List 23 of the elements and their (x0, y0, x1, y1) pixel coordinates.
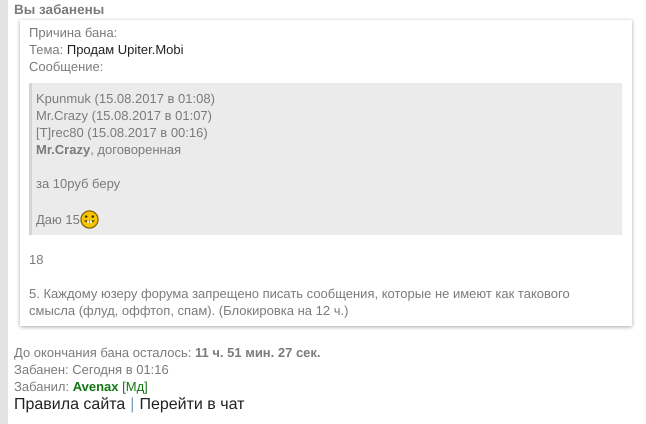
reason-label: Причина бана: (29, 24, 118, 41)
banned-by-label: Забанил: (14, 379, 70, 394)
quote-text: [T]rec80 (15.08.2017 в 00:16) (36, 124, 208, 141)
message-label: Сообщение: (29, 58, 104, 75)
moderator-link[interactable]: Avenax (72, 379, 119, 394)
separator: | (130, 396, 134, 413)
smiley-icon (80, 210, 99, 229)
quote-text: Mr.Crazy (15.08.2017 в 01:07) (36, 107, 212, 124)
banned-at-text: Забанен: Сегодня в 01:16 (14, 361, 170, 378)
message-text: 18 (29, 251, 44, 268)
remaining-time: 11 ч. 51 мин. 27 сек. (195, 345, 321, 360)
topic-title: Продам Upiter.Mobi (66, 42, 184, 57)
topic-label: Тема: (29, 42, 64, 57)
nav-link[interactable]: Перейти в чат (139, 396, 244, 413)
quote-text: Даю 15 (36, 210, 80, 228)
remaining-label: До окончания бана осталось: (14, 345, 192, 360)
quote-text: Mr.Crazy, договоренная (36, 141, 182, 158)
ban-title: Вы забанены (14, 2, 106, 18)
quote-text: за 10руб беру (36, 175, 120, 192)
role-tag: [Мд] (122, 379, 148, 394)
nav-link[interactable]: Правила сайта (14, 396, 126, 413)
quote-text: Kpunmuk (15.08.2017 в 01:08) (36, 90, 215, 107)
message-text: 5. Каждому юзеру форума запрещено писать сообщения, которые не имеют как такового смысла (флуд, оффтоп, спам). (Блокировка на 12 ч.) (29, 285, 571, 319)
